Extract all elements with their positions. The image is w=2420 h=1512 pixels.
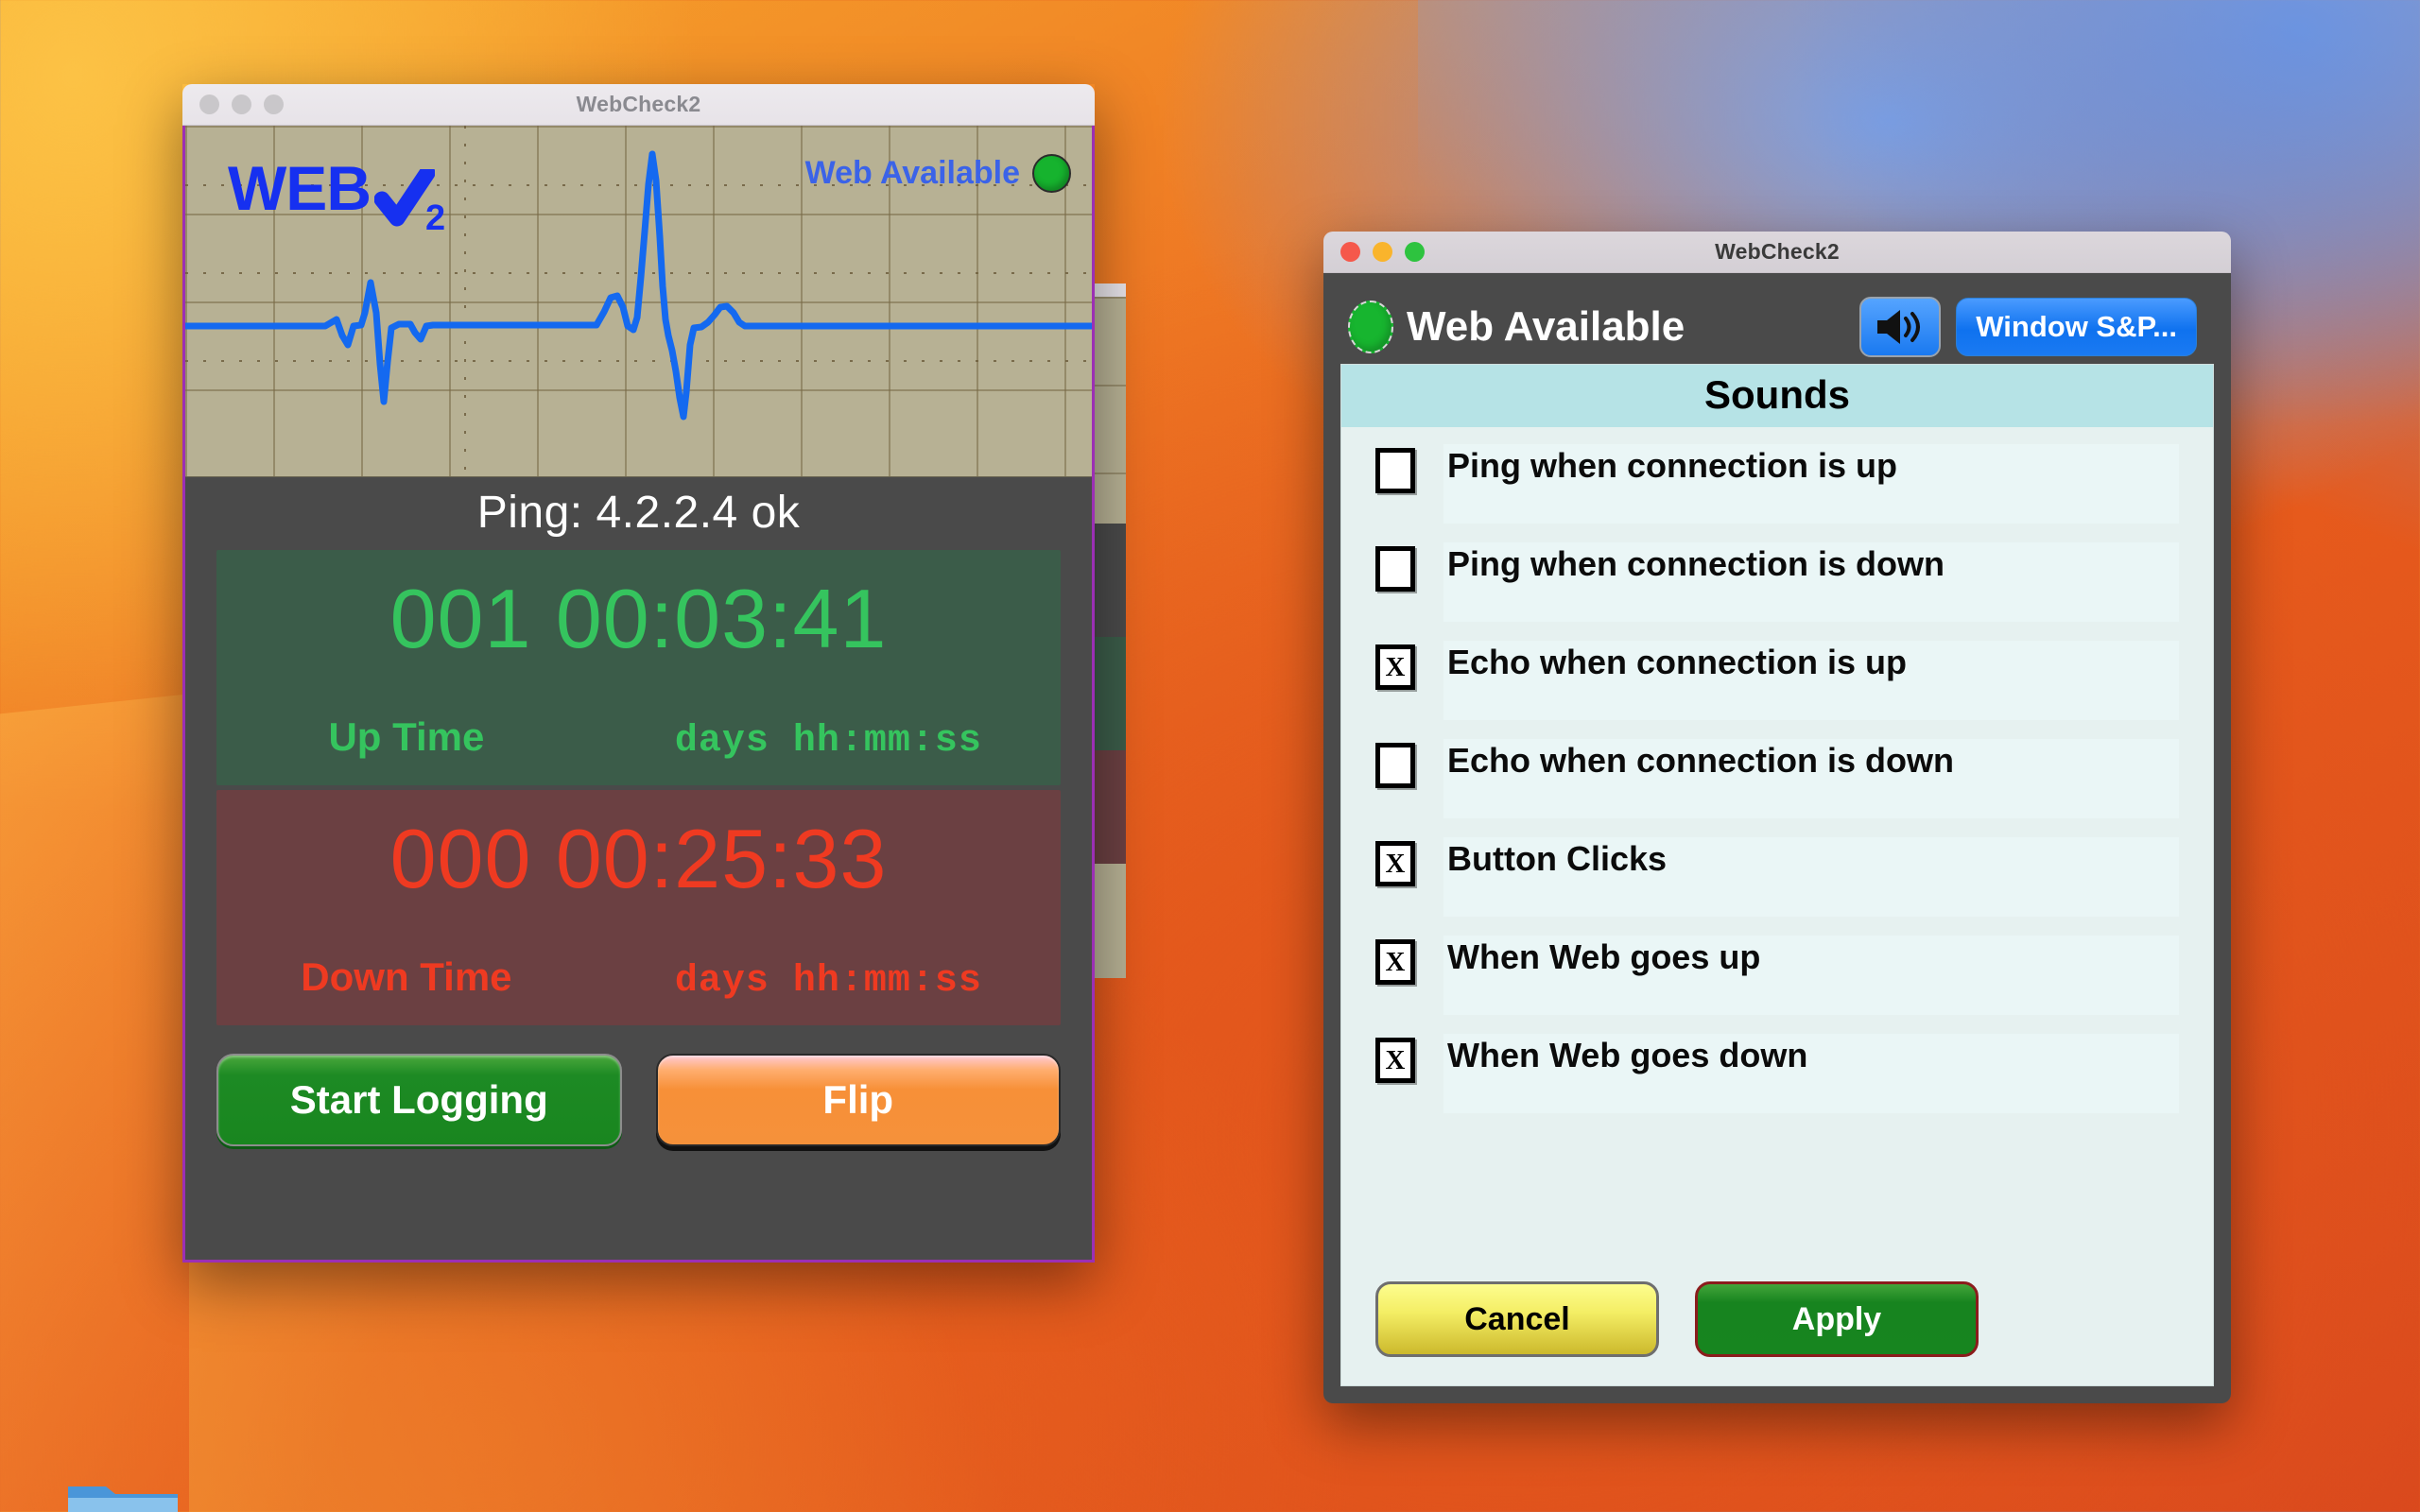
speaker-icon (1877, 310, 1921, 344)
green-led-icon (1032, 154, 1071, 193)
webcheck-sounds-window[interactable]: WebCheck2 Web Available Window S&P... So… (1323, 232, 2231, 1403)
list-item[interactable]: Ping when connection is down (1375, 542, 2179, 629)
uptime-panel: 001 00:03:41 Up Time days hh:mm:ss (216, 550, 1061, 785)
checkbox-label: When Web goes up (1447, 937, 1761, 976)
web-logo-subscript: 2 (424, 198, 445, 238)
left-window-titlebar[interactable]: WebCheck2 (182, 84, 1095, 126)
ping-status-line: Ping: 4.2.2.4 ok (476, 488, 801, 538)
checkbox-label-wrap: Echo when connection is down (1443, 739, 2179, 818)
sounds-panel: Sounds Ping when connection is up Ping w… (1340, 364, 2214, 1386)
checkbox-web-down[interactable]: X (1375, 1038, 1415, 1083)
sounds-checkbox-list: Ping when connection is up Ping when con… (1341, 427, 2213, 1268)
checkbox-label-wrap: Ping when connection is up (1443, 444, 2179, 524)
uptime-value: 001 00:03:41 (389, 572, 888, 665)
checkbox-label-wrap: Button Clicks (1443, 837, 2179, 917)
background-window-scope-sliver (1094, 297, 1126, 524)
checkbox-ping-down[interactable] (1375, 546, 1415, 592)
start-logging-button[interactable]: Start Logging (216, 1054, 622, 1146)
downtime-format: days hh:mm:ss (674, 960, 982, 1003)
checkbox-label-wrap: When Web goes up (1443, 936, 2179, 1015)
downtime-footer: Down Time days hh:mm:ss (216, 954, 1061, 1003)
background-window-titlebar-sliver (1094, 284, 1126, 297)
right-window-titlebar[interactable]: WebCheck2 (1323, 232, 2231, 273)
checkbox-label: Ping when connection is up (1447, 446, 1898, 485)
checkbox-label-wrap: When Web goes down (1443, 1034, 2179, 1113)
sounds-header: Web Available Window S&P... (1340, 290, 2214, 364)
downtime-value: 000 00:25:33 (389, 812, 888, 905)
checkbox-label-wrap: Echo when connection is up (1443, 641, 2179, 720)
list-item[interactable]: X When Web goes up (1375, 936, 2179, 1022)
downtime-panel: 000 00:25:33 Down Time days hh:mm:ss (216, 790, 1061, 1025)
right-window-title: WebCheck2 (1715, 239, 1840, 264)
folder-icon[interactable] (66, 1479, 180, 1512)
list-item[interactable]: Echo when connection is down (1375, 739, 2179, 826)
checkbox-label: Echo when connection is up (1447, 643, 1908, 681)
cancel-button[interactable]: Cancel (1375, 1281, 1659, 1357)
right-status-label: Web Available (1407, 303, 1685, 350)
background-window-uptime-sliver (1094, 637, 1126, 750)
checkbox-echo-up[interactable]: X (1375, 644, 1415, 690)
flip-button[interactable]: Flip (655, 1054, 1061, 1146)
list-item[interactable]: Ping when connection is up (1375, 444, 2179, 531)
ecg-scope-panel: WEB 2 Web Available (185, 126, 1092, 477)
right-window-body: Web Available Window S&P... Sounds Ping … (1323, 273, 2231, 1403)
list-item[interactable]: X Echo when connection is up (1375, 641, 2179, 728)
background-window-sliver[interactable] (1092, 284, 1126, 978)
checkbox-label: Echo when connection is down (1447, 741, 1955, 780)
list-item[interactable]: X When Web goes down (1375, 1034, 2179, 1121)
left-status-label: Web Available (804, 155, 1020, 191)
sounds-panel-title: Sounds (1341, 365, 2213, 427)
speaker-icon-button[interactable] (1859, 297, 1942, 357)
checkbox-ping-up[interactable] (1375, 448, 1415, 493)
checkbox-button-clicks[interactable]: X (1375, 841, 1415, 886)
webcheck-main-window[interactable]: WebCheck2 WEB 2 Web Available Ping: 4.2.… (182, 84, 1095, 1263)
list-item[interactable]: X Button Clicks (1375, 837, 2179, 924)
background-window-downtime-sliver (1094, 750, 1126, 864)
web-logo: WEB 2 (228, 152, 445, 238)
left-window-title: WebCheck2 (576, 92, 701, 116)
web-logo-text: WEB (228, 153, 372, 223)
checkbox-label: Ping when connection is down (1447, 544, 1945, 583)
downtime-label: Down Time (301, 954, 512, 999)
checkbox-echo-down[interactable] (1375, 743, 1415, 788)
background-window-dark-sliver (1094, 524, 1126, 637)
uptime-footer: Up Time days hh:mm:ss (216, 714, 1061, 763)
left-window-body: WEB 2 Web Available Ping: 4.2.2.4 ok 001… (182, 126, 1095, 1263)
uptime-label: Up Time (328, 714, 485, 759)
checkbox-label-wrap: Ping when connection is down (1443, 542, 2179, 622)
left-status-group: Web Available (805, 154, 1071, 193)
checkbox-label: Button Clicks (1447, 839, 1668, 878)
sounds-footer: Cancel Apply (1341, 1268, 2213, 1385)
window-sp-button[interactable]: Window S&P... (1956, 298, 2197, 356)
checkbox-label: When Web goes down (1447, 1036, 1808, 1074)
green-led-icon (1348, 301, 1393, 353)
apply-button[interactable]: Apply (1695, 1281, 1979, 1357)
checkbox-web-up[interactable]: X (1375, 939, 1415, 985)
uptime-format: days hh:mm:ss (674, 720, 982, 763)
left-button-row: Start Logging Flip (185, 1025, 1092, 1146)
